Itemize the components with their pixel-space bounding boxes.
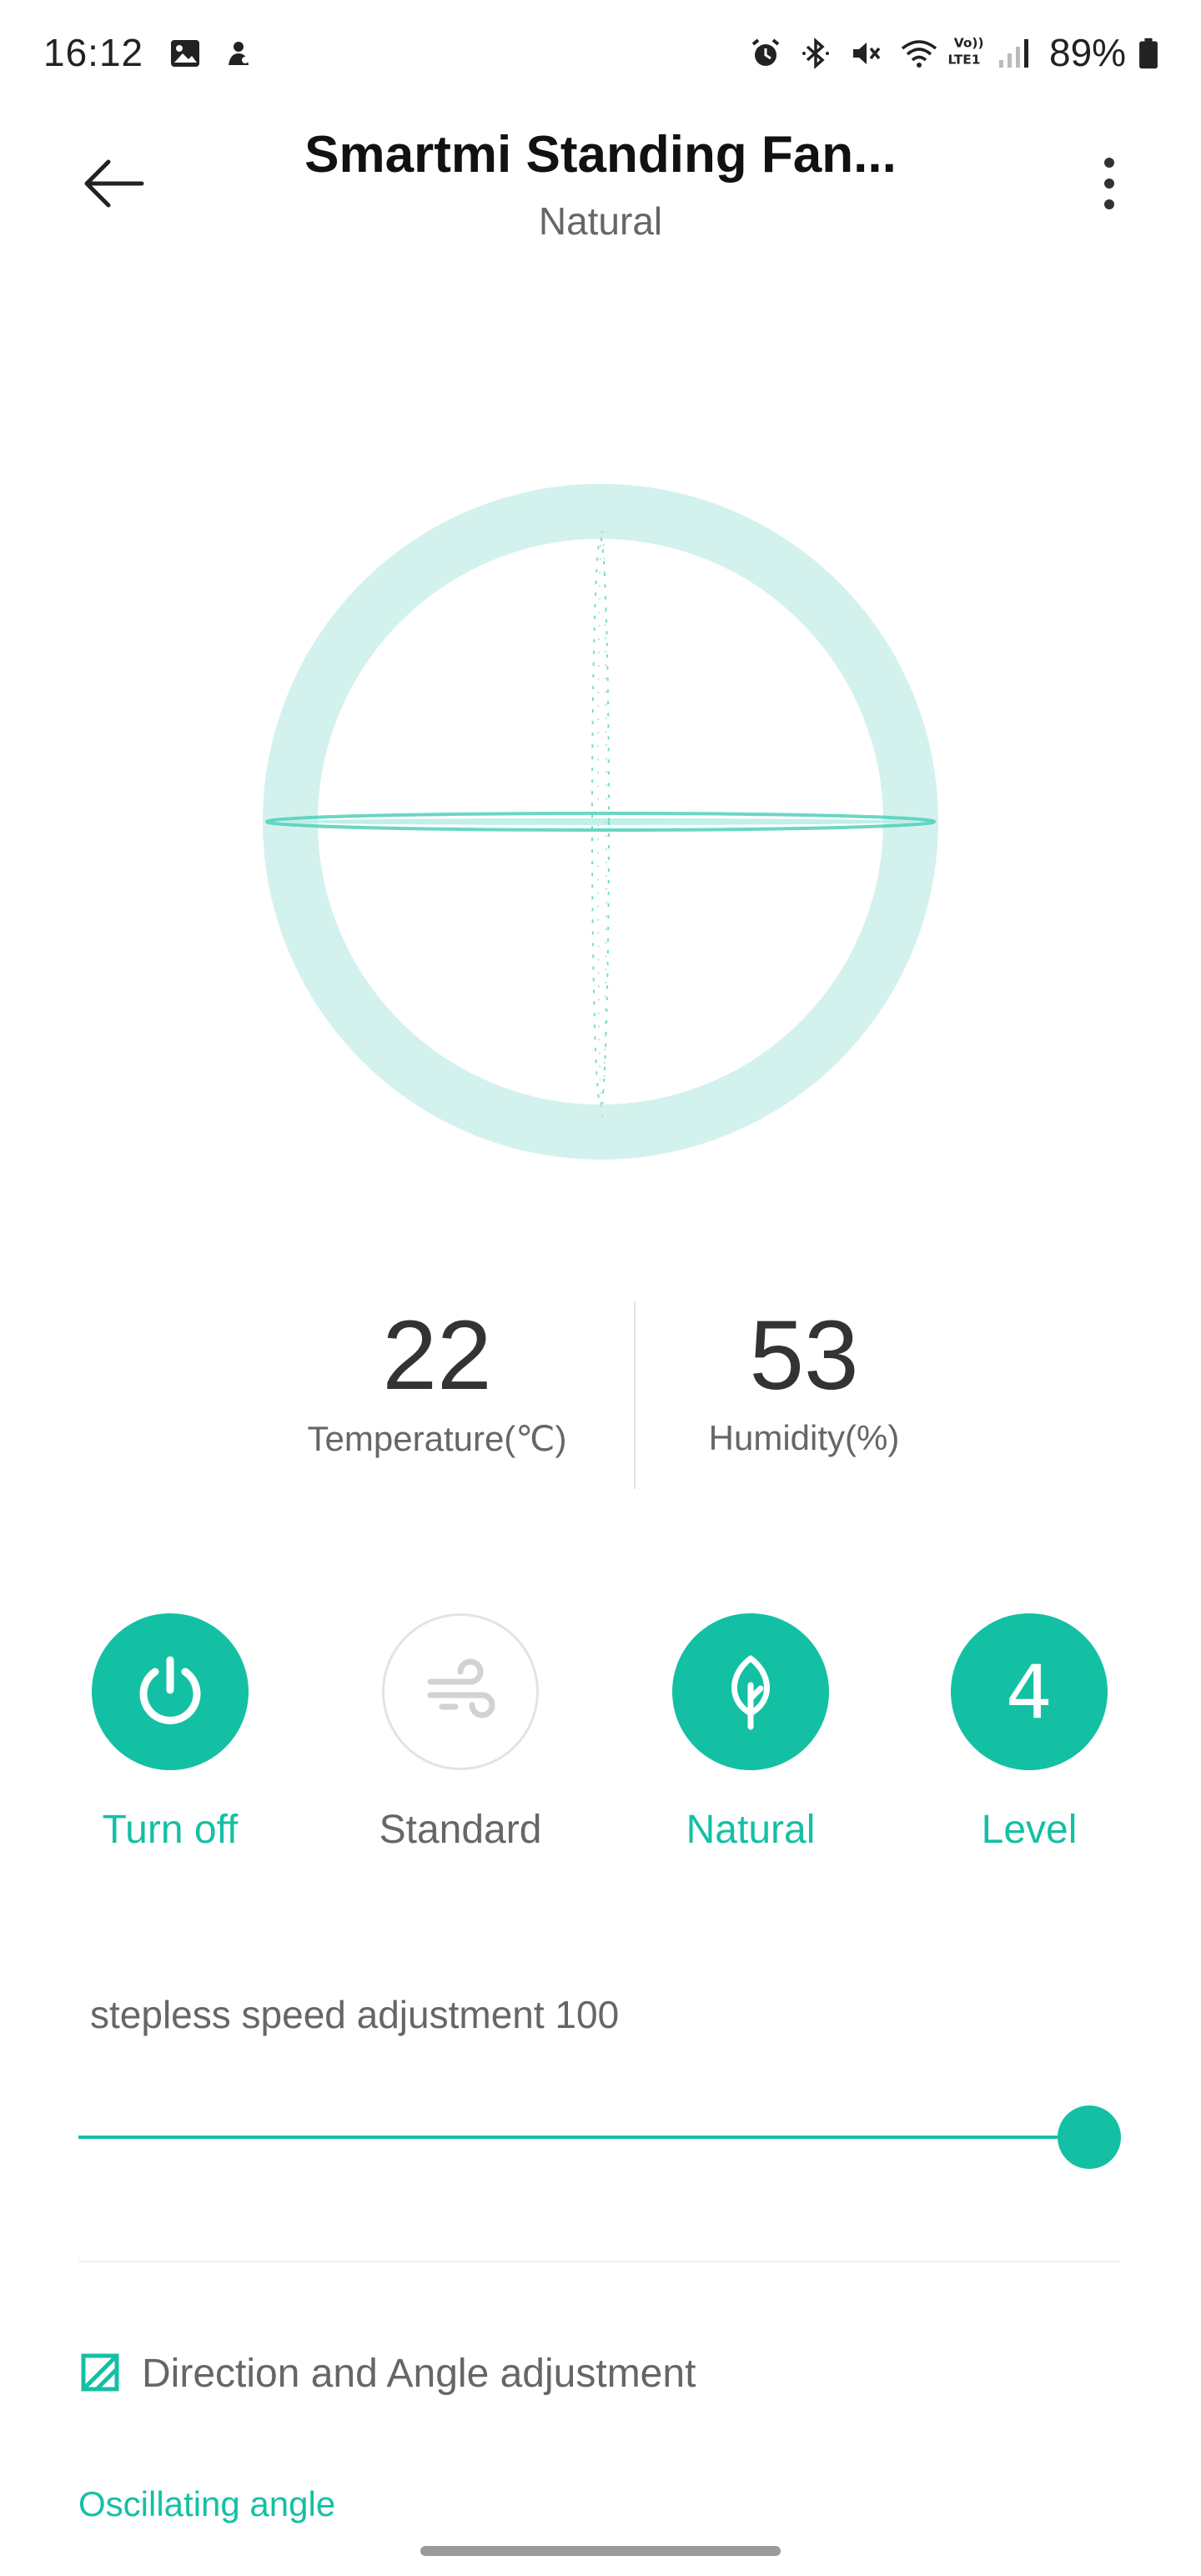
temperature-sensor: 22 Temperature(℃): [254, 1301, 621, 1459]
battery-icon: [1136, 37, 1161, 70]
more-vertical-icon: [1104, 158, 1114, 209]
section-divider: [78, 2261, 1121, 2262]
humidity-label: Humidity(%): [708, 1418, 900, 1457]
alarm-icon: [749, 37, 782, 70]
speed-slider[interactable]: [78, 2102, 1121, 2172]
slider-thumb[interactable]: [1058, 2106, 1121, 2169]
svg-text:LTE1: LTE1: [947, 52, 980, 67]
page-title: Smartmi Standing Fan...: [304, 126, 897, 184]
fan-animation: [250, 467, 951, 1176]
natural-mode-button[interactable]: [672, 1613, 829, 1770]
level-label: Level: [981, 1808, 1078, 1852]
oscillating-angle-label: Oscillating angle: [78, 2484, 336, 2523]
slider-fill: [78, 2136, 1089, 2139]
natural-mode-label: Natural: [686, 1808, 816, 1852]
status-time: 16:12: [43, 31, 144, 74]
gallery-icon: [168, 37, 202, 70]
turn-off-label: Turn off: [102, 1808, 239, 1852]
wifi-icon: [899, 37, 939, 70]
volte-icon: Vo)) LTE1: [946, 33, 991, 67]
battery-percent: 89%: [1049, 31, 1127, 74]
standard-mode-label: Standard: [379, 1808, 542, 1852]
svg-text:Vo)): Vo)): [954, 35, 984, 50]
direction-angle-adjustment[interactable]: Direction and Angle adjustment: [80, 2346, 696, 2401]
more-options-button[interactable]: [1084, 150, 1134, 217]
mode-standard: Standard: [344, 1613, 577, 1853]
page-subtitle: Natural: [538, 199, 663, 243]
status-bar: 16:12 Vo)) LTE1 89%: [0, 0, 1201, 108]
humidity-sensor: 53 Humidity(%): [621, 1301, 987, 1458]
mute-icon: [849, 37, 882, 70]
temperature-value: 22: [382, 1301, 492, 1411]
mode-turn-off: Turn off: [53, 1613, 287, 1853]
level-button[interactable]: 4: [951, 1613, 1108, 1770]
standard-mode-button[interactable]: [382, 1613, 539, 1770]
bluetooth-icon: [799, 37, 832, 70]
wind-icon: [427, 1658, 495, 1718]
home-indicator[interactable]: [420, 2546, 781, 2556]
power-icon: [139, 1656, 201, 1724]
turn-off-button[interactable]: [92, 1613, 249, 1770]
notification-icon: [222, 37, 255, 70]
direction-label: Direction and Angle adjustment: [142, 2351, 696, 2396]
adjust-icon: [81, 2353, 119, 2392]
mode-level: 4 Level: [912, 1613, 1146, 1853]
mode-natural: Natural: [634, 1613, 867, 1853]
level-value: 4: [1006, 1648, 1053, 1735]
humidity-value: 53: [749, 1301, 859, 1411]
temperature-label: Temperature(℃): [307, 1419, 567, 1458]
signal-icon: [997, 37, 1034, 70]
speed-label: stepless speed adjustment 100: [90, 1993, 620, 2036]
leaf-icon: [731, 1655, 770, 1730]
